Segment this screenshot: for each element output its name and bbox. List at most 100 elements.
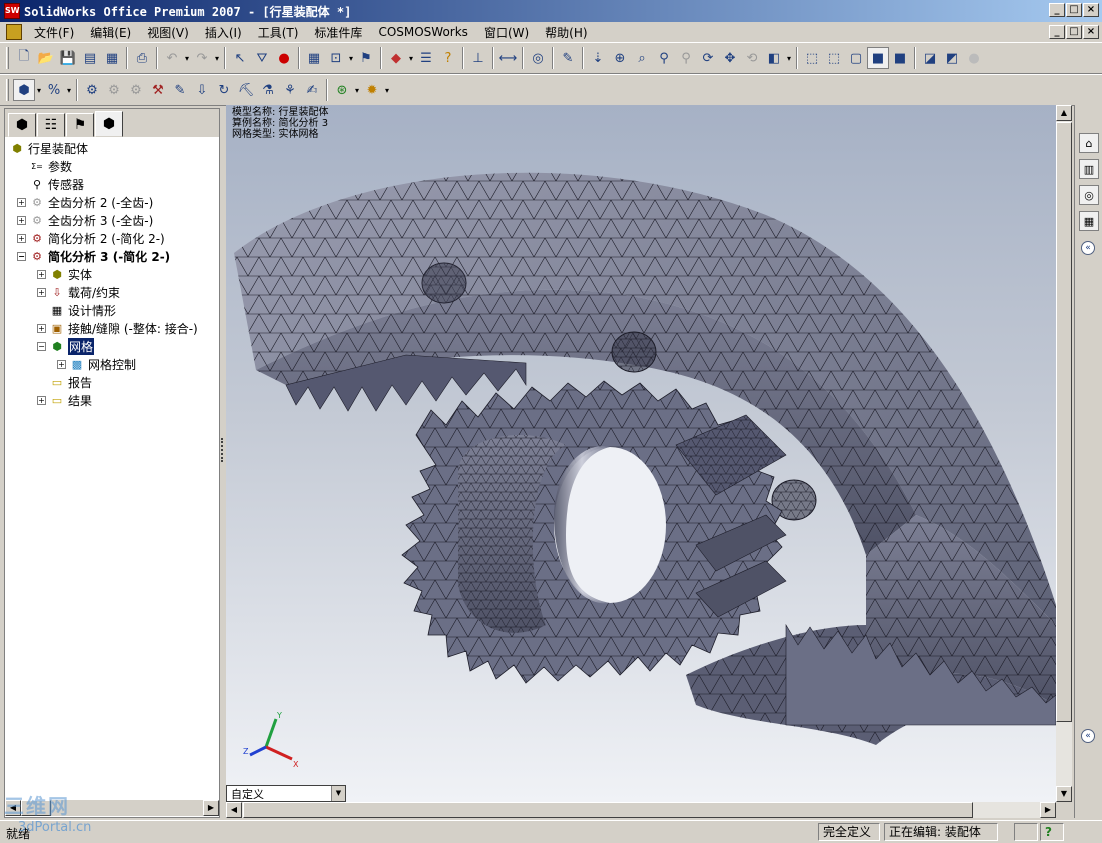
tab-featuremanager[interactable]: ⬢ [8, 113, 36, 137]
menu-help[interactable]: 帮助(H) [537, 24, 595, 41]
view-orientation-combo[interactable]: 自定义 ▼ [226, 785, 346, 802]
rebuild-icon[interactable]: ⚑ [355, 47, 377, 69]
expand-icon[interactable]: + [17, 198, 26, 207]
menu-view[interactable]: 视图(V) [139, 24, 197, 41]
status-rebuild-icon[interactable] [1014, 823, 1038, 841]
zoom-fit-icon[interactable]: ⊕ [609, 47, 631, 69]
section-view-icon[interactable]: ◪ [919, 47, 941, 69]
splitter-grip[interactable] [221, 438, 224, 462]
tree-item-parameters[interactable]: Σ= 参数 [5, 157, 219, 175]
roll-view-icon[interactable]: ⟲ [741, 47, 763, 69]
tree-item-sensors[interactable]: ⚲ 传感器 [5, 175, 219, 193]
meshed-gear-model[interactable] [226, 105, 1056, 802]
undo-dropdown-icon[interactable]: ▾ [183, 54, 191, 63]
toolbar-grip[interactable] [6, 47, 9, 69]
tree-item-design-scenario[interactable]: ▦ 设计情形 [5, 301, 219, 319]
expand-icon[interactable]: + [37, 270, 46, 279]
collapse-pane-icon[interactable]: « [1081, 729, 1095, 743]
redo-icon[interactable]: ↷ [191, 47, 213, 69]
tab-propertymanager[interactable]: ☷ [37, 113, 65, 137]
shaded-edges-icon[interactable]: ■ [867, 47, 889, 69]
menu-window[interactable]: 窗口(W) [476, 24, 537, 41]
cosmos-study-icon[interactable]: ⬢ [13, 79, 35, 101]
dimension-dropdown-icon[interactable]: ▾ [347, 54, 355, 63]
apply-material-gray2-icon[interactable]: ⚙ [125, 79, 147, 101]
help-icon[interactable]: ? [437, 47, 459, 69]
tab-configurationmanager[interactable]: ⚑ [66, 113, 94, 137]
menu-tools[interactable]: 工具(T) [250, 24, 307, 41]
smart-dimension-icon[interactable]: ⊡ [325, 47, 347, 69]
part-dropdown-icon[interactable]: ▾ [407, 54, 415, 63]
concentric-icon[interactable]: ◎ [527, 47, 549, 69]
scroll-up-icon[interactable]: ▲ [1056, 105, 1072, 121]
status-help-icon[interactable]: ? [1040, 823, 1064, 841]
wireframe-icon[interactable]: ⬚ [801, 47, 823, 69]
rotate-icon[interactable]: ⟳ [697, 47, 719, 69]
hidden-lines-visible-icon[interactable]: ⬚ [823, 47, 845, 69]
undo-icon[interactable]: ↶ [161, 47, 183, 69]
apply-material-gray-icon[interactable]: ⚙ [103, 79, 125, 101]
results-icon[interactable]: ⚗ [257, 79, 279, 101]
expand-icon[interactable]: + [17, 234, 26, 243]
tree-root[interactable]: ⬢ 行星装配体 [5, 139, 219, 157]
fixtures-icon[interactable]: ⚒ [147, 79, 169, 101]
tree-item-study-simple-2[interactable]: + ⚙ 简化分析 2 (-简化 2-) [5, 229, 219, 247]
save-icon[interactable]: 💾 [57, 47, 79, 69]
menu-cosmosworks[interactable]: COSMOSWorks [370, 25, 476, 39]
restore-button[interactable]: □ [1066, 3, 1082, 17]
tree-item-loads[interactable]: + ⇩ 载荷/约束 [5, 283, 219, 301]
horizontal-scroll-thumb[interactable] [243, 802, 973, 818]
shadows-icon[interactable]: ◩ [941, 47, 963, 69]
hidden-lines-removed-icon[interactable]: ▢ [845, 47, 867, 69]
measure-icon[interactable]: ⟷ [497, 47, 519, 69]
minimize-button[interactable]: _ [1049, 3, 1065, 17]
plot-icon[interactable]: ⚘ [279, 79, 301, 101]
wizard-icon[interactable]: ⊛ [331, 79, 353, 101]
percent-icon[interactable]: % [43, 79, 65, 101]
tree-item-study-full-3[interactable]: + ⚙ 全齿分析 3 (-全齿-) [5, 211, 219, 229]
expand-icon[interactable]: + [57, 360, 66, 369]
expand-pane-icon[interactable]: « [1081, 241, 1095, 255]
cosmos-study-dropdown-icon[interactable]: ▾ [35, 86, 43, 95]
doc-minimize-button[interactable]: _ [1049, 25, 1065, 39]
scroll-right-icon[interactable]: ▶ [203, 800, 219, 816]
tab-cosmosworks-manager[interactable]: ⬢ [95, 111, 123, 137]
menu-file[interactable]: 文件(F) [26, 24, 82, 41]
3d-part-icon[interactable]: ◆ [385, 47, 407, 69]
realview-icon[interactable]: ● [963, 47, 985, 69]
scroll-right-icon[interactable]: ▶ [1040, 802, 1056, 818]
new-icon[interactable]: 🗋 [13, 47, 35, 69]
doc-close-button[interactable]: × [1083, 25, 1099, 39]
toolbar-grip-2[interactable] [6, 79, 9, 101]
make-drawing-icon[interactable]: ▤ [79, 47, 101, 69]
tree-item-mesh-control[interactable]: + ▩ 网格控制 [5, 355, 219, 373]
document-icon[interactable] [6, 24, 22, 40]
run-icon[interactable]: ↻ [213, 79, 235, 101]
expand-icon[interactable]: + [37, 396, 46, 405]
connectors-icon[interactable]: ✎ [169, 79, 191, 101]
view-palette-icon[interactable]: ▦ [1079, 211, 1099, 231]
expand-icon[interactable]: + [17, 216, 26, 225]
apply-material-icon[interactable]: ⚙ [81, 79, 103, 101]
tree-item-report[interactable]: ▭ 报告 [5, 373, 219, 391]
graphics-area[interactable]: 模型名称: 行星装配体 算例名称: 简化分析 3 网格类型: 实体网格 Y X … [226, 105, 1056, 802]
tree-item-study-full-2[interactable]: + ⚙ 全齿分析 2 (-全齿-) [5, 193, 219, 211]
tree-item-study-simple-3[interactable]: − ⚙ 简化分析 3 (-简化 2-) [5, 247, 219, 265]
properties-icon[interactable]: ☰ [415, 47, 437, 69]
shaded-icon[interactable]: ■ [889, 47, 911, 69]
print-icon[interactable]: ⎙ [131, 47, 153, 69]
mesh-toolbar-icon[interactable]: ⛏ [235, 79, 257, 101]
close-button[interactable]: × [1083, 3, 1099, 17]
expand-icon[interactable]: + [37, 288, 46, 297]
options-gear-icon[interactable]: ✹ [361, 79, 383, 101]
scroll-left-icon[interactable]: ◀ [226, 802, 242, 818]
percent-dropdown-icon[interactable]: ▾ [65, 86, 73, 95]
graphics-horizontal-scrollbar[interactable]: ◀ ▶ [226, 802, 1056, 818]
options-icon[interactable]: ▦ [101, 47, 123, 69]
redo-dropdown-icon[interactable]: ▾ [213, 54, 221, 63]
design-library-icon[interactable]: ▥ [1079, 159, 1099, 179]
view-orientation-dropdown-icon[interactable]: ▾ [785, 54, 793, 63]
scroll-down-icon[interactable]: ▼ [1056, 786, 1072, 802]
select-icon[interactable]: ↖ [229, 47, 251, 69]
menu-edit[interactable]: 编辑(E) [82, 24, 139, 41]
